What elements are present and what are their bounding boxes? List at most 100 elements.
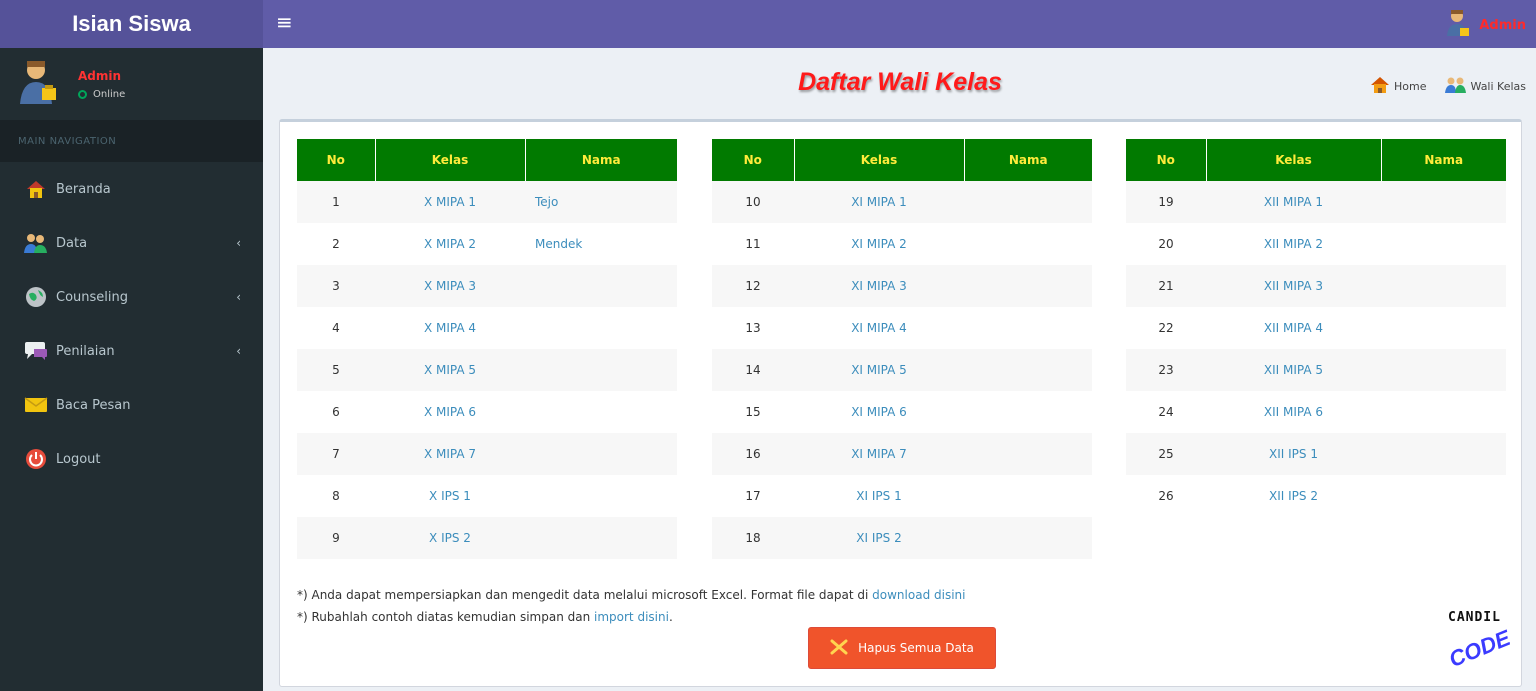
cell-kelas[interactable]: X MIPA 3 <box>375 265 525 307</box>
cell-nama[interactable] <box>1381 223 1506 265</box>
cell-nama[interactable]: Tejo <box>525 181 677 223</box>
cell-kelas[interactable]: X MIPA 5 <box>375 349 525 391</box>
column-header-kelas[interactable]: Kelas <box>1206 139 1382 181</box>
cell-kelas[interactable]: X IPS 2 <box>375 517 525 559</box>
home-icon <box>24 178 48 200</box>
cell-kelas[interactable]: X MIPA 1 <box>375 181 525 223</box>
cell-no: 1 <box>297 181 375 223</box>
sidebar-item-penilaian[interactable]: Penilaian ‹ <box>0 324 263 378</box>
cell-nama[interactable] <box>1381 475 1506 517</box>
cell-no: 9 <box>297 517 375 559</box>
table-row: 26 XII IPS 2 <box>1126 475 1506 517</box>
breadcrumb-home[interactable]: Home <box>1370 76 1427 97</box>
cell-nama[interactable] <box>1381 265 1506 307</box>
cell-kelas[interactable]: XI MIPA 2 <box>794 223 964 265</box>
cell-kelas[interactable]: X IPS 1 <box>375 475 525 517</box>
sidebar-item-baca-pesan[interactable]: Baca Pesan <box>0 378 263 432</box>
cell-kelas[interactable]: XI IPS 2 <box>794 517 964 559</box>
cell-kelas[interactable]: XII MIPA 3 <box>1206 265 1381 307</box>
import-link[interactable]: import disini <box>594 610 669 624</box>
column-header-kelas[interactable]: Kelas <box>794 139 965 181</box>
cell-nama[interactable] <box>964 391 1092 433</box>
column-header-nama[interactable]: Nama <box>525 139 677 181</box>
cell-kelas[interactable]: X MIPA 6 <box>375 391 525 433</box>
page-title: Daftar Wali Kelas <box>798 68 1002 96</box>
cell-kelas[interactable]: XII MIPA 6 <box>1206 391 1381 433</box>
cell-nama[interactable] <box>964 181 1092 223</box>
cell-kelas[interactable]: XII MIPA 1 <box>1206 181 1381 223</box>
globe-icon <box>24 286 48 308</box>
avatar <box>18 58 60 110</box>
sidebar-item-counseling[interactable]: Counseling ‹ <box>0 270 263 324</box>
cell-nama[interactable] <box>964 349 1092 391</box>
table-row: 24 XII MIPA 6 <box>1126 391 1506 433</box>
cell-kelas[interactable]: X MIPA 4 <box>375 307 525 349</box>
column-header-kelas[interactable]: Kelas <box>375 139 526 181</box>
sidebar-item-label: Penilaian <box>56 343 115 359</box>
cell-kelas[interactable]: X MIPA 7 <box>375 433 525 475</box>
chevron-left-icon: ‹ <box>236 290 241 304</box>
cell-nama[interactable] <box>964 517 1092 559</box>
cell-nama[interactable] <box>964 307 1092 349</box>
top-user-menu[interactable]: Admin <box>1445 8 1526 42</box>
sidebar-item-data[interactable]: Data ‹ <box>0 216 263 270</box>
column-header-no[interactable]: No <box>297 139 376 181</box>
cell-kelas[interactable]: XI MIPA 4 <box>794 307 964 349</box>
cell-kelas[interactable]: XI MIPA 6 <box>794 391 964 433</box>
notes: *) Anda dapat mempersiapkan dan mengedit… <box>297 584 965 628</box>
cell-nama[interactable] <box>964 223 1092 265</box>
cell-nama[interactable] <box>1381 349 1506 391</box>
cell-kelas[interactable]: XII IPS 2 <box>1206 475 1381 517</box>
cell-nama[interactable] <box>1381 307 1506 349</box>
cell-nama[interactable] <box>1381 391 1506 433</box>
cell-nama[interactable] <box>525 391 677 433</box>
cell-kelas[interactable]: X MIPA 2 <box>375 223 525 265</box>
cell-kelas[interactable]: XI MIPA 5 <box>794 349 964 391</box>
table-row: 13 XI MIPA 4 <box>712 307 1092 349</box>
cell-nama[interactable] <box>525 349 677 391</box>
cell-kelas[interactable]: XII MIPA 5 <box>1206 349 1381 391</box>
cell-nama[interactable] <box>1381 181 1506 223</box>
cell-kelas[interactable]: XI MIPA 3 <box>794 265 964 307</box>
column-header-no[interactable]: No <box>712 139 795 181</box>
cell-nama[interactable] <box>964 475 1092 517</box>
cell-nama[interactable] <box>525 517 677 559</box>
chevron-left-icon: ‹ <box>236 344 241 358</box>
breadcrumb: Home Wali Kelas <box>1370 76 1526 97</box>
cell-nama[interactable] <box>964 265 1092 307</box>
delete-all-button[interactable]: Hapus Semua Data <box>808 627 996 669</box>
sidebar-item-beranda[interactable]: Beranda <box>0 162 263 216</box>
mail-icon <box>24 394 48 416</box>
column-header-nama[interactable]: Nama <box>1381 139 1506 181</box>
table-row: 5X MIPA 5 <box>297 349 677 391</box>
cell-nama[interactable] <box>525 433 677 475</box>
sidebar-toggle-icon[interactable]: ≡ <box>276 10 293 34</box>
cell-kelas[interactable]: XII MIPA 2 <box>1206 223 1381 265</box>
cell-nama[interactable] <box>1381 433 1506 475</box>
table-row: 9X IPS 2 <box>297 517 677 559</box>
cell-kelas[interactable]: XII MIPA 4 <box>1206 307 1381 349</box>
delete-all-label: Hapus Semua Data <box>858 641 974 655</box>
cell-nama[interactable] <box>525 475 677 517</box>
cell-nama[interactable]: Mendek <box>525 223 677 265</box>
app-title[interactable]: Isian Siswa <box>0 0 263 48</box>
user-avatar-icon <box>1445 8 1471 42</box>
cell-no: 23 <box>1126 349 1206 391</box>
cell-nama[interactable] <box>525 265 677 307</box>
cell-kelas[interactable]: XI IPS 1 <box>794 475 964 517</box>
cell-nama[interactable] <box>525 307 677 349</box>
cell-no: 15 <box>712 391 794 433</box>
table-row: 11 XI MIPA 2 <box>712 223 1092 265</box>
cell-kelas[interactable]: XI MIPA 1 <box>794 181 964 223</box>
column-header-no[interactable]: No <box>1126 139 1207 181</box>
column-header-nama[interactable]: Nama <box>964 139 1092 181</box>
sidebar-item-logout[interactable]: Logout <box>0 432 263 486</box>
wali-kelas-table-2: No Kelas Nama 10 XI MIPA 1 11 XI MIPA 2 12 XI… <box>712 139 1092 559</box>
watermark-line-2: CODE <box>1445 625 1514 673</box>
table-row: 23 XII MIPA 5 <box>1126 349 1506 391</box>
cell-kelas[interactable]: XII IPS 1 <box>1206 433 1381 475</box>
download-link[interactable]: download disini <box>872 588 965 602</box>
cell-kelas[interactable]: XI MIPA 7 <box>794 433 964 475</box>
cell-nama[interactable] <box>964 433 1092 475</box>
breadcrumb-current-label: Wali Kelas <box>1470 80 1526 93</box>
